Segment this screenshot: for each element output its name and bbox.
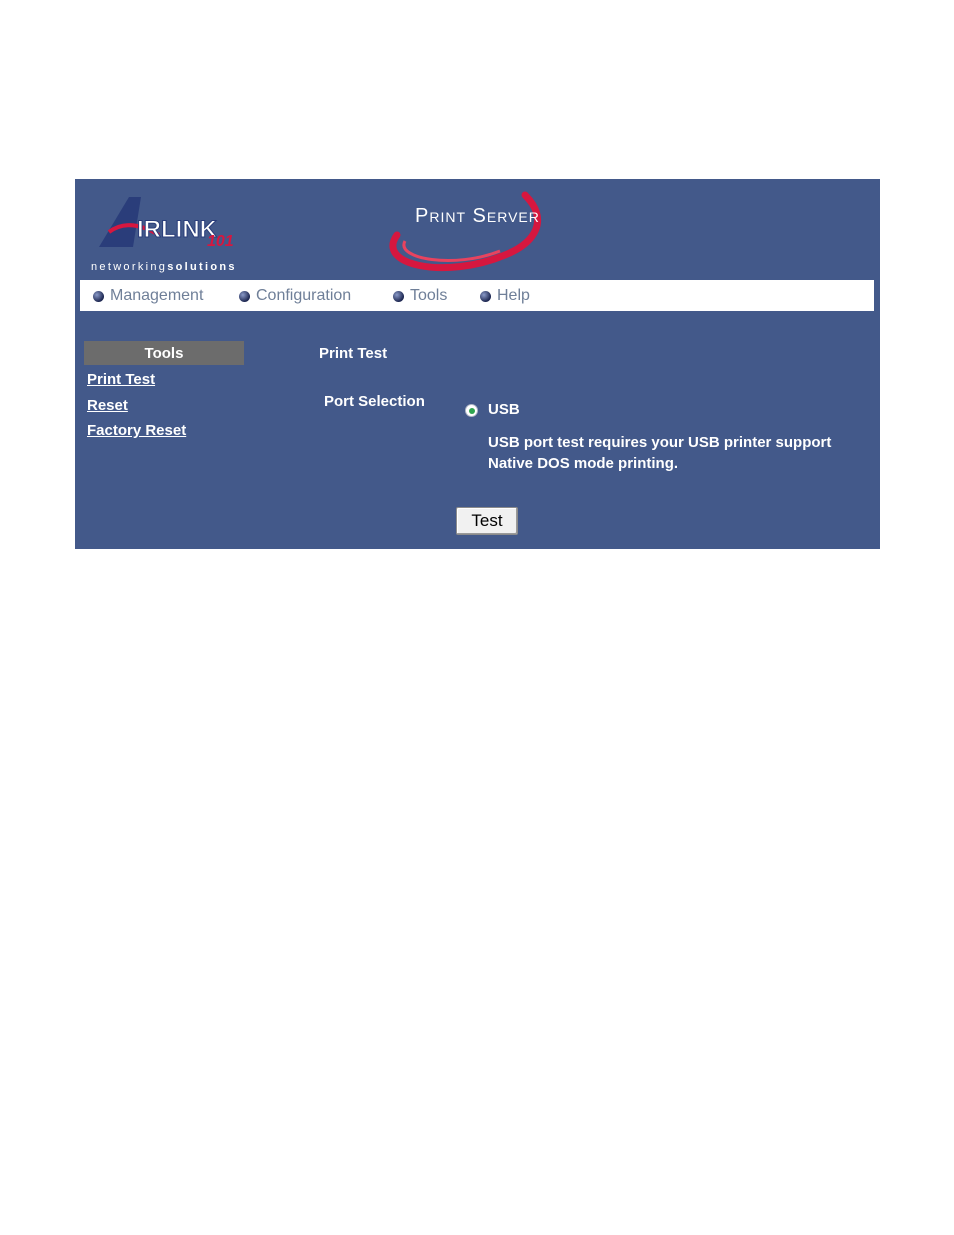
nav-item-help[interactable]: Help — [480, 287, 530, 305]
nav-bullet-icon — [239, 290, 250, 302]
tagline-light: networking — [91, 261, 168, 273]
nav-item-label: Configuration — [256, 287, 352, 304]
nav-item-label: Tools — [410, 287, 448, 304]
radio-selected-dot — [468, 407, 475, 414]
router-admin-panel: IRLINK 101 networkingsolutions Print Ser… — [75, 179, 880, 549]
sidebar-link-reset[interactable]: Reset — [87, 397, 128, 414]
nav-item-management[interactable]: Management — [93, 287, 203, 305]
sidebar-link-print-test[interactable]: Print Test — [87, 371, 155, 388]
tagline-bold: solutions — [167, 261, 237, 273]
product-title: Print Server — [415, 205, 540, 227]
test-button[interactable]: Test — [456, 507, 518, 535]
port-selection-label: Port Selection — [324, 393, 425, 410]
brand-tagline: networkingsolutions — [91, 261, 237, 273]
nav-item-label: Help — [497, 287, 530, 304]
logo-number: 101 — [207, 233, 234, 250]
swoosh-graphic — [389, 191, 541, 272]
sidebar-heading: Tools — [84, 341, 244, 365]
airlink-logo: IRLINK 101 networkingsolutions — [89, 187, 279, 279]
product-header: Print Server — [375, 185, 575, 277]
svg-text:IRLINK: IRLINK — [137, 216, 218, 243]
nav-bullet-icon — [393, 290, 404, 302]
usb-option-label: USB — [488, 401, 520, 418]
usb-radio[interactable] — [465, 404, 478, 417]
section-title: Print Test — [319, 345, 388, 362]
sidebar-link-factory-reset[interactable]: Factory Reset — [87, 422, 186, 439]
usb-note: USB port test requires your USB printer … — [488, 434, 832, 472]
nav-item-label: Management — [110, 287, 204, 304]
nav-bullet-icon — [480, 290, 491, 302]
nav-item-tools[interactable]: Tools — [393, 287, 447, 305]
top-nav: Management Configuration Tools Help — [80, 280, 874, 311]
nav-item-configuration[interactable]: Configuration — [239, 287, 351, 305]
nav-bullet-icon — [93, 290, 104, 302]
